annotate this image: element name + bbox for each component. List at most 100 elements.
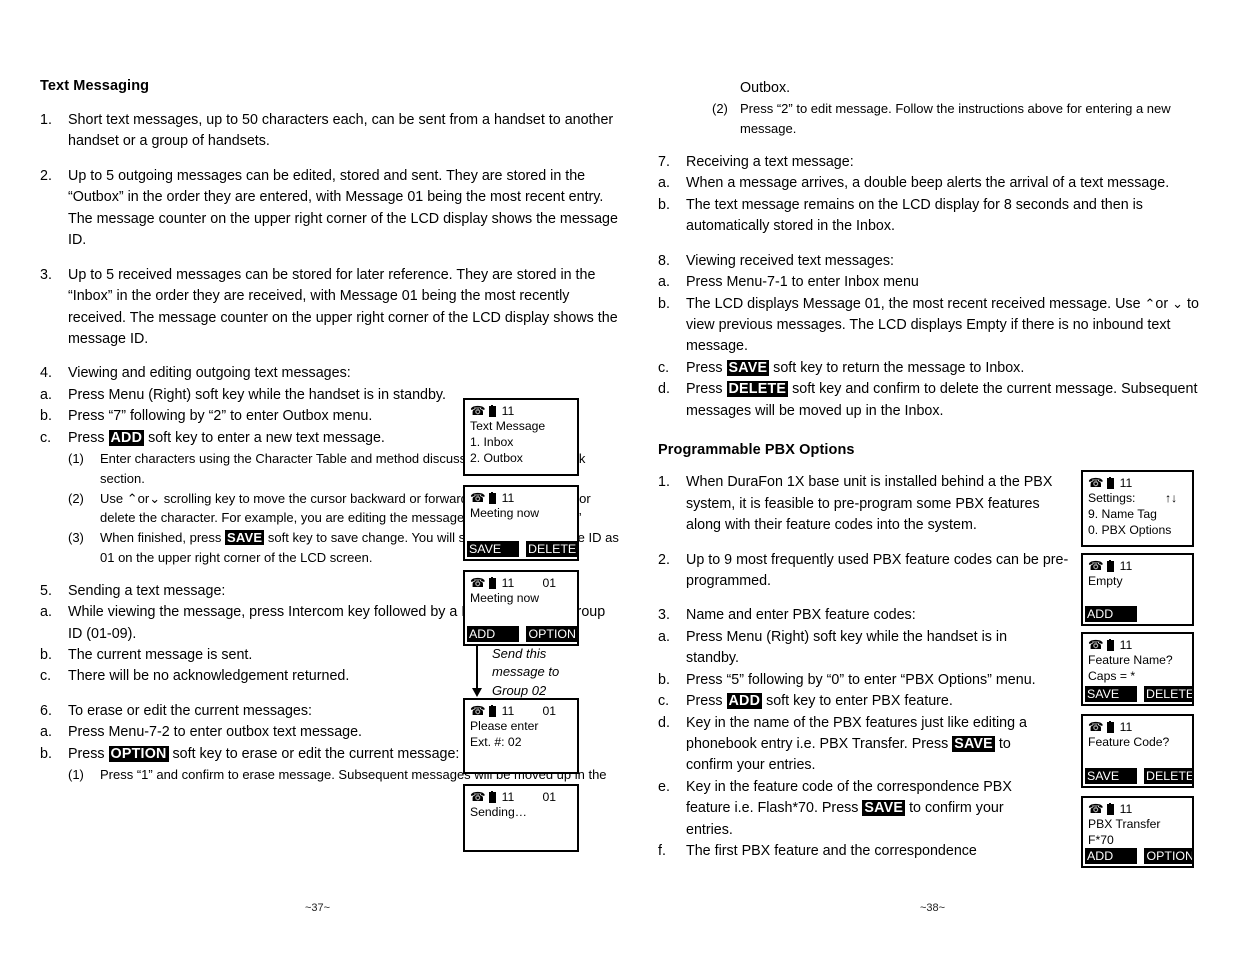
- lcd-screen-sending: ☎ 11 01 Sending…: [463, 784, 579, 852]
- lcd-line: 9. Name Tag: [1088, 506, 1157, 521]
- lcd-screen-enter-extension: ☎ 11 01 Please enter Ext. #: 02: [463, 698, 579, 774]
- softkey-delete[interactable]: DELETE: [1144, 686, 1192, 702]
- softkey-save[interactable]: SAVE: [1085, 768, 1137, 784]
- list-text: Short text messages, up to 50 characters…: [68, 112, 614, 150]
- flow-arrow-head: [471, 688, 482, 697]
- list-item: e. Key in the feature code of the corres…: [658, 777, 1048, 841]
- list-text: When a message arrives, a double beep al…: [686, 175, 1170, 192]
- handset-id: 11: [1119, 801, 1133, 816]
- softkey-add[interactable]: ADD: [467, 626, 519, 642]
- list-item: (2) Press “2” to edit message. Follow th…: [658, 99, 1203, 139]
- list-marker: 5.: [40, 582, 52, 599]
- list-text: Up to 5 received messages can be stored …: [68, 266, 618, 347]
- list-marker: b.: [40, 408, 52, 425]
- list-text: Press “2” to edit message. Follow the in…: [740, 101, 1171, 137]
- lcd-line: Caps = *: [1088, 668, 1136, 683]
- list-marker: e.: [658, 778, 670, 795]
- text-pre: Use: [100, 490, 127, 506]
- battery-icon: [1106, 802, 1114, 815]
- list-marker: f.: [658, 843, 666, 860]
- list-marker: b.: [40, 745, 52, 762]
- list-item: c. Press SAVE soft key to return the mes…: [658, 358, 1203, 379]
- list-item: f. The first PBX feature and the corresp…: [658, 841, 1048, 862]
- item7-sublist: a. When a message arrives, a double beep…: [658, 173, 1203, 237]
- list-marker: c.: [40, 668, 52, 685]
- softkey-option[interactable]: OPTION: [526, 626, 577, 642]
- lcd-line: Meeting now: [470, 591, 540, 605]
- list-marker: 2.: [658, 551, 670, 568]
- phone-icon: ☎: [1088, 638, 1104, 653]
- softkey-save[interactable]: SAVE: [1085, 686, 1137, 702]
- text-post: soft key to return the message to Inbox.: [769, 359, 1025, 376]
- lcd-line: Ext. #: 02: [470, 734, 522, 749]
- text-pre: Press: [68, 745, 109, 762]
- lcd-screen-feature-name-prompt: ☎ 11 Feature Name? Caps = * SAVE DELETE: [1081, 632, 1194, 706]
- list-item: 7. Receiving a text message:: [658, 152, 1203, 173]
- page-title: Text Messaging: [40, 78, 150, 94]
- list-text: Key in the name of the PBX features just…: [686, 715, 1027, 774]
- text-pre: Press: [68, 429, 109, 446]
- battery-icon: [488, 404, 496, 417]
- softkey-add[interactable]: ADD: [1085, 848, 1137, 864]
- list-text: Press ADD soft key to enter PBX feature.: [686, 693, 953, 710]
- list-marker: (1): [68, 451, 84, 467]
- list-item: 3. Name and enter PBX feature codes:: [658, 605, 1076, 626]
- softkey-label-option: OPTION: [108, 745, 169, 762]
- phone-icon: ☎: [1088, 559, 1104, 574]
- list-text: Press ADD soft key to enter a new text m…: [68, 429, 385, 446]
- list-item: b. The LCD displays Message 01, the most…: [658, 294, 1203, 358]
- softkey-option[interactable]: OPTION: [1144, 848, 1192, 864]
- lcd-screen-pbx-transfer-entry: ☎ 11 PBX Transfer F*70 ADD OPTION: [1081, 796, 1194, 868]
- list-text: There will be no acknowledgement returne…: [68, 668, 350, 685]
- softkey-delete[interactable]: DELETE: [526, 541, 577, 557]
- lcd-status-bar: ☎ 11: [470, 491, 572, 506]
- list-text: Viewing and editing outgoing text messag…: [68, 365, 351, 382]
- text-pre: The LCD displays Message 01, the most re…: [686, 295, 1145, 312]
- list-marker: c.: [40, 429, 52, 446]
- phone-icon: ☎: [470, 790, 486, 805]
- list-marker: 6.: [40, 702, 52, 719]
- scroll-up-icon: ⌃: [126, 490, 138, 506]
- lcd-softkey-bar: ADD: [1085, 606, 1190, 622]
- lcd-screen-saved-message: ☎ 11 01 Meeting now ADD OPTION: [463, 570, 579, 646]
- list-marker: (2): [68, 490, 84, 506]
- text-pre: Press: [686, 359, 727, 376]
- list-item: 2. Up to 9 most frequently used PBX feat…: [658, 550, 1076, 593]
- list-item: d. Press DELETE soft key and confirm to …: [658, 379, 1203, 422]
- list-text: To erase or edit the current messages:: [68, 702, 312, 719]
- softkey-label-save: SAVE: [862, 800, 906, 817]
- list-text: Press Menu (Right) soft key while the ha…: [686, 628, 1008, 667]
- softkey-label-save: SAVE: [726, 359, 770, 376]
- battery-icon: [488, 491, 496, 504]
- softkey-save[interactable]: SAVE: [467, 541, 519, 557]
- softkey-add[interactable]: ADD: [1085, 606, 1137, 622]
- list-text: Viewing received text messages:: [686, 252, 894, 269]
- message-id: 01: [542, 789, 556, 804]
- lcd-screen-pbx-empty: ☎ 11 Empty ADD: [1081, 553, 1194, 626]
- list-marker: 4.: [40, 365, 52, 382]
- list-item: b. Press “5” following by “0” to enter “…: [658, 670, 1048, 691]
- list-text: Up to 9 most frequently used PBX feature…: [686, 551, 1069, 589]
- lcd-status-bar: ☎ 11 01: [470, 790, 572, 805]
- list-text: Press OPTION soft key to erase or edit t…: [68, 745, 459, 762]
- lcd-screen-settings-menu: ☎ 11 Settings: ↑↓ 9. Name Tag 0. PBX Opt…: [1081, 470, 1194, 547]
- list-item: 1. Short text messages, up to 50 charact…: [40, 110, 620, 153]
- list-item: 2. Up to 5 outgoing messages can be edit…: [40, 166, 620, 252]
- lcd-softkey-bar: SAVE DELETE: [1085, 686, 1192, 702]
- lcd-line: 2. Outbox: [470, 450, 523, 465]
- handset-id: 11: [501, 403, 515, 418]
- pbx3-sublist: a. Press Menu (Right) soft key while the…: [658, 627, 1048, 863]
- softkey-delete[interactable]: DELETE: [1144, 768, 1192, 784]
- lcd-status-bar: ☎ 11: [1088, 476, 1187, 491]
- list-marker: 1.: [40, 112, 52, 128]
- list-marker: 7.: [658, 153, 670, 170]
- list-item: a. When a message arrives, a double beep…: [658, 173, 1203, 194]
- battery-icon: [488, 576, 496, 589]
- list-marker: a.: [40, 604, 52, 621]
- lcd-status-bar: ☎ 11: [1088, 802, 1187, 817]
- scroll-down-icon: ⌄: [149, 490, 161, 506]
- phone-icon: ☎: [1088, 476, 1104, 491]
- list-text: Outbox.: [740, 80, 791, 96]
- list-marker: a.: [658, 274, 670, 291]
- lcd-status-bar: ☎ 11: [1088, 720, 1187, 735]
